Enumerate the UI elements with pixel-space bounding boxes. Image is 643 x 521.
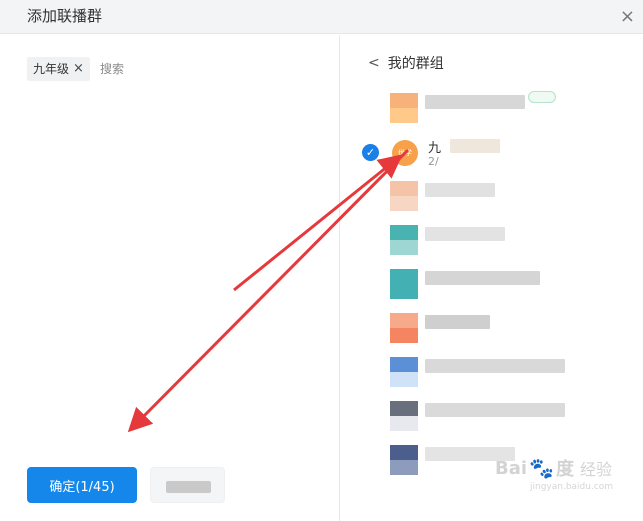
list-item[interactable]: [340, 351, 643, 395]
search-input[interactable]: [100, 57, 160, 81]
window-title: 添加联播群: [27, 7, 103, 25]
group-avatar: 优学: [392, 140, 418, 166]
blurred-group-name: [425, 227, 505, 241]
blurred-group-name: [425, 183, 495, 197]
selected-tag-label: 九年级: [33, 62, 70, 76]
selected-tag-grade9: 九年级 ×: [27, 57, 90, 81]
list-item[interactable]: [340, 307, 643, 351]
group-list: ✓ 优学 九 2/: [340, 87, 643, 483]
blurred-group-name: [425, 271, 540, 285]
blurred-group-name: [425, 359, 565, 373]
group-avatar: [390, 93, 418, 123]
list-item[interactable]: [340, 395, 643, 439]
group-name: 九: [428, 141, 442, 156]
group-avatar: [390, 357, 418, 387]
list-item[interactable]: [340, 219, 643, 263]
group-member-count: 2/: [428, 155, 439, 168]
group-label-badge: [528, 91, 556, 103]
group-panel: < 我的群组 ✓ 优学 九 2/: [340, 35, 643, 521]
watermark-url: jingyan.baidu.com: [530, 482, 614, 492]
group-avatar: [390, 401, 418, 431]
watermark-brand: Bai: [495, 457, 528, 479]
remove-tag-icon[interactable]: ×: [73, 57, 84, 81]
chevron-left-icon[interactable]: <: [368, 55, 380, 71]
blurred-group-name: [425, 315, 490, 329]
confirm-button[interactable]: 确定(1/45): [27, 467, 137, 503]
group-avatar: [390, 225, 418, 255]
paw-icon: 🐾: [529, 456, 554, 480]
window-titlebar: 添加联播群 ×: [0, 0, 643, 34]
list-item[interactable]: [340, 175, 643, 219]
watermark-brand2: 度: [555, 459, 574, 480]
check-icon[interactable]: ✓: [362, 144, 379, 161]
group-panel-title: 我的群组: [387, 56, 444, 72]
cancel-button[interactable]: [150, 467, 225, 503]
blurred-group-name: [450, 139, 500, 153]
list-item[interactable]: [340, 87, 643, 131]
group-avatar: [390, 313, 418, 343]
group-avatar: [390, 181, 418, 211]
group-header[interactable]: < 我的群组: [368, 53, 444, 73]
group-avatar: [390, 445, 418, 475]
list-item[interactable]: [340, 263, 643, 307]
cancel-button-label-blurred: [166, 481, 211, 493]
watermark-suffix: 经验: [579, 460, 612, 479]
selected-panel: 九年级 × 确定(1/45): [0, 35, 339, 521]
group-avatar: [390, 269, 418, 299]
blurred-group-name: [425, 95, 525, 109]
list-item-selected[interactable]: ✓ 优学 九 2/: [340, 131, 643, 175]
close-icon[interactable]: ×: [620, 6, 635, 27]
blurred-group-name: [425, 403, 565, 417]
baidu-watermark: Bai 🐾 度 经验: [495, 455, 612, 481]
